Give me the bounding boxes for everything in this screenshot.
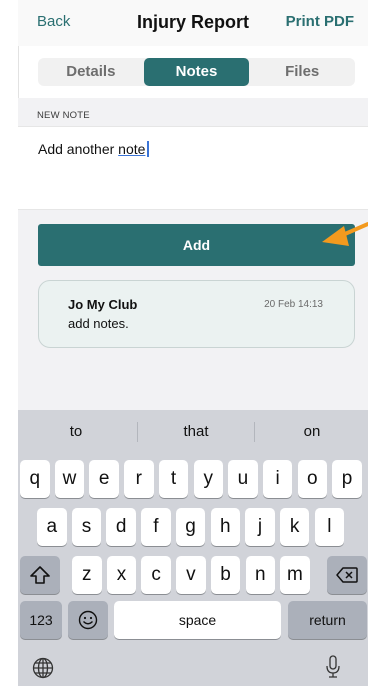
microphone-icon[interactable] xyxy=(325,655,341,684)
key-w[interactable]: w xyxy=(54,460,85,498)
note-text-plain: Add another xyxy=(38,141,119,157)
print-pdf-button[interactable]: Print PDF xyxy=(286,13,354,30)
key-l[interactable]: l xyxy=(314,508,345,546)
key-c[interactable]: c xyxy=(141,556,171,594)
note-text-underlined: note xyxy=(118,141,146,157)
note-text-area[interactable] xyxy=(18,126,368,210)
key-r[interactable]: r xyxy=(124,460,154,498)
space-key[interactable]: space xyxy=(114,601,281,639)
shift-icon xyxy=(30,566,50,584)
key-a[interactable]: a xyxy=(37,508,67,546)
navigation-bar: Back Injury Report Print PDF xyxy=(18,0,368,46)
tab-bar: Details Notes Files xyxy=(38,58,355,86)
key-k[interactable]: k xyxy=(279,508,310,546)
note-body: add notes. xyxy=(68,316,129,331)
key-i[interactable]: i xyxy=(262,460,293,498)
numbers-key[interactable]: 123 xyxy=(20,601,62,639)
globe-icon[interactable] xyxy=(32,657,54,684)
suggestion-2[interactable]: that xyxy=(138,420,254,444)
key-s[interactable]: s xyxy=(71,508,102,546)
key-e[interactable]: e xyxy=(89,460,119,498)
add-note-button[interactable]: Add xyxy=(38,224,355,266)
return-key[interactable]: return xyxy=(288,601,367,639)
shift-key[interactable] xyxy=(20,556,60,594)
suggestion-bar: to that on xyxy=(18,420,368,444)
key-x[interactable]: x xyxy=(106,556,137,594)
suggestion-1[interactable]: to xyxy=(18,420,134,444)
tab-files[interactable]: Files xyxy=(249,58,355,86)
text-cursor xyxy=(147,141,149,157)
key-q[interactable]: q xyxy=(20,460,50,498)
key-g[interactable]: g xyxy=(175,508,206,546)
key-h[interactable]: h xyxy=(210,508,240,546)
emoji-icon xyxy=(78,610,98,630)
key-m[interactable]: m xyxy=(280,556,310,594)
key-t[interactable]: t xyxy=(158,460,189,498)
key-j[interactable]: j xyxy=(245,508,275,546)
orange-arrow-annotation xyxy=(322,222,368,246)
key-n[interactable]: n xyxy=(245,556,275,594)
key-u[interactable]: u xyxy=(228,460,258,498)
suggestion-3[interactable]: on xyxy=(254,420,368,444)
key-p[interactable]: p xyxy=(332,460,362,498)
key-y[interactable]: y xyxy=(193,460,223,498)
note-author: Jo My Club xyxy=(68,297,138,312)
new-note-label: NEW NOTE xyxy=(37,110,90,121)
key-f[interactable]: f xyxy=(141,508,171,546)
key-o[interactable]: o xyxy=(297,460,328,498)
key-b[interactable]: b xyxy=(210,556,241,594)
key-z[interactable]: z xyxy=(72,556,102,594)
app-screen: Back Injury Report Print PDF Details Not… xyxy=(18,0,368,686)
key-d[interactable]: d xyxy=(106,508,136,546)
note-input-text[interactable]: Add another note xyxy=(38,141,149,157)
note-card: Jo My Club 20 Feb 14:13 add notes. xyxy=(38,280,355,348)
keyboard: to that on qwertyuiop asdfghjkl zxcvbnm … xyxy=(18,410,368,686)
key-v[interactable]: v xyxy=(176,556,206,594)
delete-key[interactable] xyxy=(327,556,367,594)
tab-details[interactable]: Details xyxy=(38,58,144,86)
note-timestamp: 20 Feb 14:13 xyxy=(264,299,323,310)
emoji-key[interactable] xyxy=(68,601,108,639)
backspace-icon xyxy=(336,567,358,583)
tab-notes[interactable]: Notes xyxy=(143,58,250,86)
